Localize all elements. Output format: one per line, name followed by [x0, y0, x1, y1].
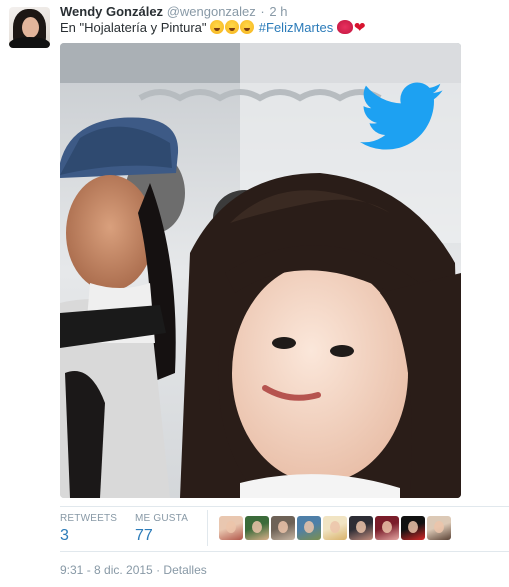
author-name[interactable]: Wendy González — [60, 4, 163, 19]
liker-avatar-9[interactable] — [427, 516, 451, 540]
retweets-label: RETWEETS — [60, 513, 118, 524]
avatar[interactable] — [9, 7, 50, 48]
avatar-face — [22, 17, 39, 38]
stats-separator — [207, 510, 208, 546]
tweet-text-body: En "Hojalatería y Pintura" — [60, 20, 207, 35]
tweet-datetime[interactable]: 9:31 - 8 dic. 2015 — [60, 563, 153, 577]
header-separator: · — [260, 4, 265, 19]
hashtag-link[interactable]: #FelizMartes — [259, 20, 333, 35]
face-with-tears-of-joy-icon — [225, 20, 240, 34]
liker-face — [252, 521, 262, 533]
liker-face — [278, 521, 288, 533]
liker-avatar-7[interactable] — [375, 516, 399, 540]
author-handle[interactable]: @wengonzalez — [167, 4, 256, 19]
likes-stat[interactable]: ME GUSTA 77 — [135, 513, 188, 545]
retweets-stat[interactable]: RETWEETS 3 — [60, 513, 117, 545]
tweet-header: Wendy González @wengonzalez · 2 h — [60, 4, 287, 19]
twitter-bird-icon — [360, 82, 443, 150]
liker-avatar-3[interactable] — [271, 516, 295, 540]
red-heart-icon: ❤ — [353, 19, 366, 35]
avatar-shoulder — [9, 37, 50, 48]
liker-face — [226, 521, 236, 533]
liker-avatar-6[interactable] — [349, 516, 373, 540]
liker-face — [304, 521, 314, 533]
face-with-tears-of-joy-icon — [210, 20, 225, 34]
tweet-timestamp[interactable]: 2 h — [269, 4, 287, 19]
likes-count: 77 — [135, 527, 153, 544]
stats-divider-bottom — [60, 551, 509, 552]
details-link[interactable]: Detalles — [163, 563, 206, 577]
liker-face — [356, 521, 366, 533]
liker-avatar-8[interactable] — [401, 516, 425, 540]
liker-avatar-4[interactable] — [297, 516, 321, 540]
liker-face — [408, 521, 418, 533]
face-with-tears-of-joy-icon — [240, 20, 255, 34]
footer-separator: · — [156, 563, 161, 577]
liker-avatar-1[interactable] — [219, 516, 243, 540]
liker-face — [330, 521, 340, 533]
liker-face — [382, 521, 392, 533]
likes-label: ME GUSTA — [135, 513, 189, 524]
stats-divider-top — [60, 506, 509, 507]
liker-avatar-2[interactable] — [245, 516, 269, 540]
liker-avatar-5[interactable] — [323, 516, 347, 540]
tweet-text: En "Hojalatería y Pintura" #FelizMartes … — [60, 19, 367, 36]
kiss-mark-icon — [336, 20, 353, 34]
tweet: Wendy González @wengonzalez · 2 h En "Ho… — [0, 0, 509, 587]
retweets-count: 3 — [60, 527, 69, 544]
tweet-footer: 9:31 - 8 dic. 2015 · Detalles — [60, 563, 207, 577]
tweet-photo[interactable] — [60, 43, 461, 498]
liker-face — [434, 521, 444, 533]
